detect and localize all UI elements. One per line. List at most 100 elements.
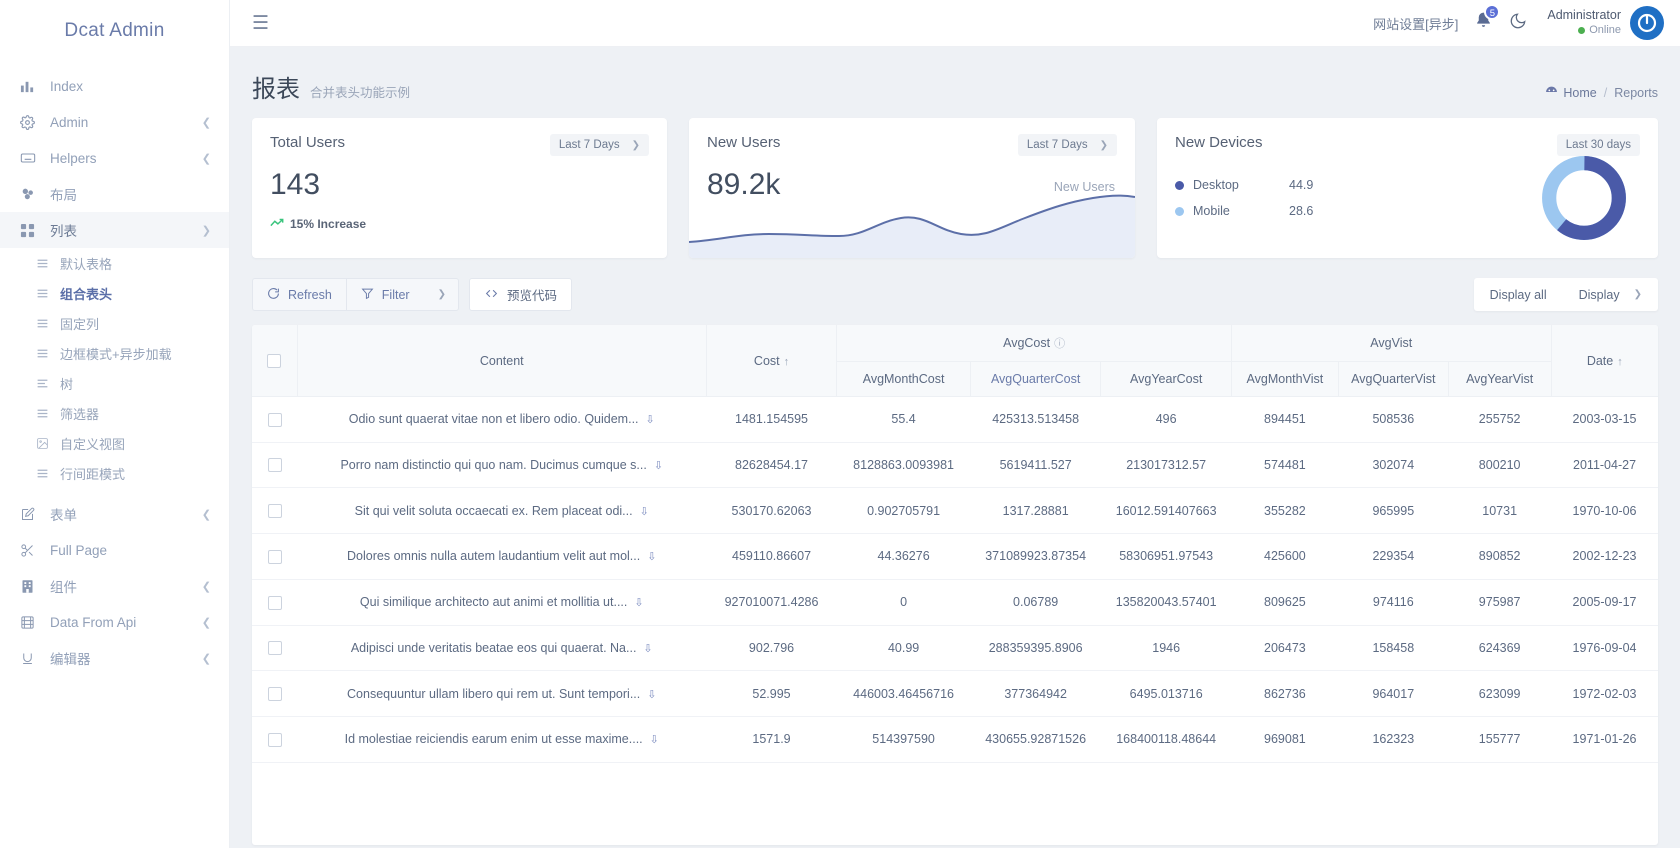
- user-info: Administrator Online: [1547, 8, 1621, 37]
- expand-icon[interactable]: ⇩: [654, 460, 663, 472]
- display-dropdown[interactable]: Display ❯: [1563, 278, 1658, 311]
- row-select-cell: [252, 397, 297, 443]
- cell-avg-quarter-cost: 5619411.527: [970, 442, 1101, 488]
- sidebar-item-label: Data From Api: [44, 615, 202, 630]
- sidebar-subitem-custom-view[interactable]: 自定义视图: [0, 428, 229, 458]
- row-checkbox[interactable]: [268, 413, 282, 427]
- sidebar-item-components[interactable]: 组件 ❮: [0, 568, 229, 604]
- expand-icon[interactable]: ⇩: [646, 414, 655, 426]
- underline-u-icon: [20, 651, 44, 666]
- range-dropdown-total-users[interactable]: Last 7 Days ❯: [550, 134, 649, 156]
- list-icon: [36, 467, 56, 480]
- cell-avg-quarter-cost: 377364942: [970, 671, 1101, 717]
- sidebar-item-admin[interactable]: Admin ❮: [0, 104, 229, 140]
- hamburger-icon[interactable]: ☰: [252, 14, 269, 33]
- row-select-cell: [252, 716, 297, 762]
- bell-icon[interactable]: 5: [1474, 11, 1493, 35]
- sidebar-item-editor[interactable]: 编辑器 ❮: [0, 640, 229, 676]
- expand-icon[interactable]: ⇩: [647, 689, 656, 701]
- cell-avg-year-vist: 624369: [1448, 625, 1551, 671]
- legend-dot-mobile-icon: [1175, 207, 1184, 216]
- row-select-cell: [252, 579, 297, 625]
- sidebar-subitem-default-table[interactable]: 默认表格: [0, 248, 229, 278]
- expand-icon[interactable]: ⇩: [634, 597, 643, 609]
- range-label: Last 30 days: [1566, 139, 1631, 151]
- user-menu[interactable]: Administrator Online: [1547, 6, 1664, 40]
- sidebar-subitem-row-spacing[interactable]: 行间距模式: [0, 458, 229, 488]
- topbar: ☰ 网站设置[异步] 5 Administrator Online: [230, 0, 1680, 47]
- cell-avg-quarter-vist: 162323: [1338, 716, 1448, 762]
- table-group-header-row: Content Cost↑ AvgCostⓘ AvgVist Date↑: [252, 325, 1658, 362]
- row-checkbox[interactable]: [268, 550, 282, 564]
- data-table-container: Content Cost↑ AvgCostⓘ AvgVist Date↑: [252, 325, 1658, 845]
- avatar[interactable]: [1630, 6, 1664, 40]
- sidebar-item-list[interactable]: 列表 ❯: [0, 212, 229, 248]
- sidebar-subitem-border-async[interactable]: 边框模式+异步加载: [0, 338, 229, 368]
- sidebar-item-index[interactable]: Index: [0, 68, 229, 104]
- row-checkbox[interactable]: [268, 641, 282, 655]
- legend-dot-desktop-icon: [1175, 181, 1184, 190]
- brand-logo[interactable]: Dcat Admin: [0, 0, 229, 62]
- sidebar-subitem-tree[interactable]: 树: [0, 368, 229, 398]
- sidebar-item-layout[interactable]: 布局: [0, 176, 229, 212]
- sidebar-subitem-fixed-column[interactable]: 固定列: [0, 308, 229, 338]
- row-checkbox[interactable]: [268, 687, 282, 701]
- card-header: Total Users Last 7 Days ❯: [252, 118, 667, 156]
- sidebar-subitem-label: 筛选器: [56, 404, 99, 423]
- row-checkbox[interactable]: [268, 504, 282, 518]
- sidebar-item-full-page[interactable]: Full Page: [0, 532, 229, 568]
- sidebar-item-form[interactable]: 表单 ❮: [0, 496, 229, 532]
- row-select-cell: [252, 534, 297, 580]
- breadcrumb-home[interactable]: Home: [1545, 85, 1596, 101]
- table-row: Id molestiae reiciendis earum enim ut es…: [252, 716, 1658, 762]
- user-status-label: Online: [1589, 24, 1621, 38]
- sidebar-subitem-filter[interactable]: 筛选器: [0, 398, 229, 428]
- table-row: Sit qui velit soluta occaecati ex. Rem p…: [252, 488, 1658, 534]
- sidebar-item-label: Admin: [44, 115, 202, 130]
- question-circle-icon[interactable]: ⓘ: [1054, 338, 1065, 350]
- header-cost[interactable]: Cost↑: [706, 325, 837, 397]
- header-date[interactable]: Date↑: [1551, 325, 1658, 397]
- list-icon: [36, 407, 56, 420]
- cell-avg-month-cost: 8128863.0093981: [837, 442, 971, 488]
- row-select-cell: [252, 488, 297, 534]
- cell-avg-quarter-cost: 0.06789: [970, 579, 1101, 625]
- list-icon: [36, 317, 56, 330]
- moon-icon[interactable]: [1509, 12, 1527, 35]
- row-checkbox[interactable]: [268, 733, 282, 747]
- display-all-button[interactable]: Display all: [1474, 278, 1563, 311]
- cell-avg-month-vist: 574481: [1231, 442, 1338, 488]
- cell-date: 1970-10-06: [1551, 488, 1658, 534]
- sidebar-subitem-combined-header[interactable]: 组合表头: [0, 278, 229, 308]
- expand-icon[interactable]: ⇩: [647, 551, 656, 563]
- new-devices-donut-chart: [1538, 152, 1630, 249]
- preview-code-button[interactable]: 预览代码: [469, 278, 572, 311]
- cell-content: Id molestiae reiciendis earum enim ut es…: [297, 716, 706, 762]
- expand-icon[interactable]: ⇩: [643, 643, 652, 655]
- refresh-icon: [267, 287, 280, 303]
- user-name: Administrator: [1547, 8, 1621, 24]
- sidebar-item-data-from-api[interactable]: Data From Api ❮: [0, 604, 229, 640]
- refresh-button[interactable]: Refresh: [252, 278, 346, 311]
- site-setting-link[interactable]: 网站设置[异步]: [1373, 14, 1458, 33]
- chart-bar-icon: [20, 79, 44, 94]
- trend-label: 15% Increase: [290, 217, 366, 231]
- expand-icon[interactable]: ⇩: [650, 734, 659, 746]
- table-row: Odio sunt quaerat vitae non et libero od…: [252, 397, 1658, 443]
- sidebar-item-helpers[interactable]: Helpers ❮: [0, 140, 229, 176]
- card-title: Total Users: [270, 134, 345, 151]
- row-checkbox[interactable]: [268, 458, 282, 472]
- sidebar-subitem-label: 行间距模式: [56, 464, 125, 483]
- breadcrumb-current: Reports: [1614, 86, 1658, 100]
- range-dropdown-new-users[interactable]: Last 7 Days ❯: [1018, 134, 1117, 156]
- row-checkbox[interactable]: [268, 596, 282, 610]
- cell-date: 1971-01-26: [1551, 716, 1658, 762]
- select-all-checkbox[interactable]: [267, 354, 281, 368]
- chevron-left-icon: ❮: [202, 652, 211, 665]
- online-dot-icon: [1578, 27, 1585, 34]
- card-header: New Devices Last 30 days: [1157, 118, 1658, 156]
- cell-avg-year-vist: 623099: [1448, 671, 1551, 717]
- expand-icon[interactable]: ⇩: [640, 506, 649, 518]
- breadcrumb-home-label: Home: [1563, 86, 1596, 100]
- filter-button[interactable]: Filter ❯: [346, 278, 459, 311]
